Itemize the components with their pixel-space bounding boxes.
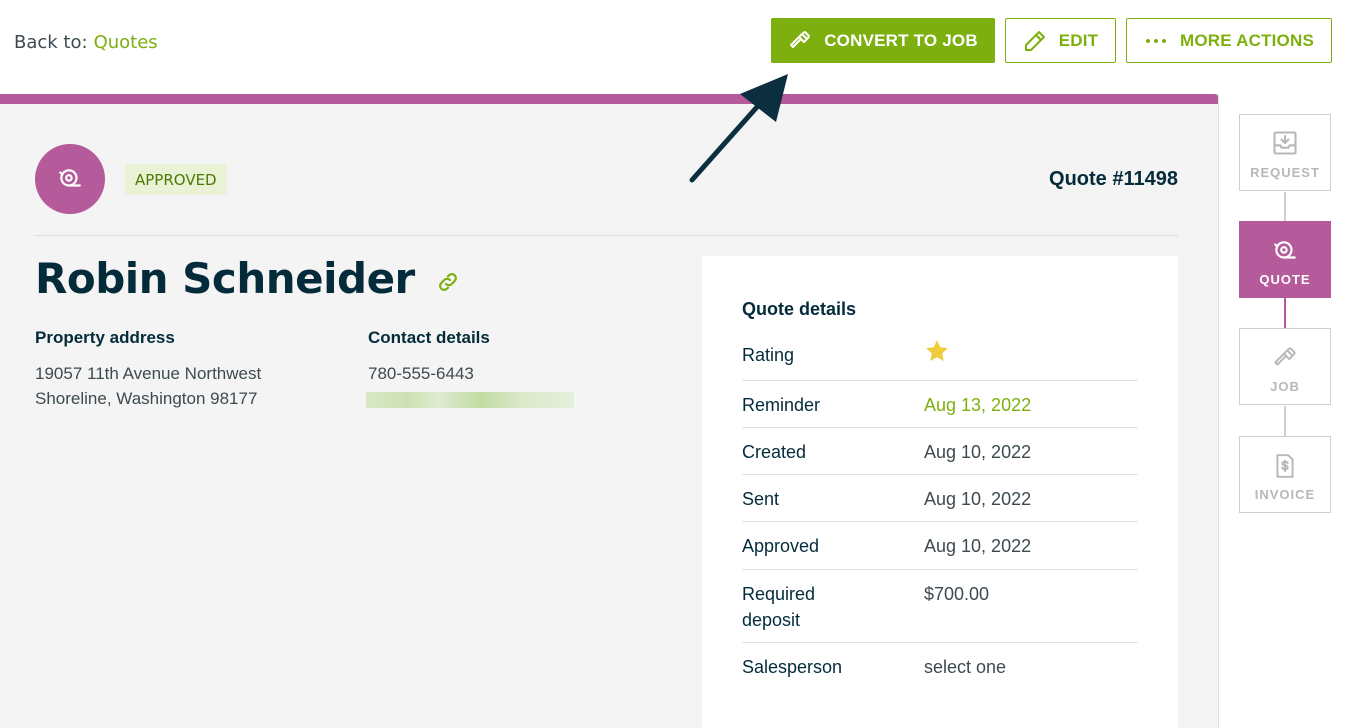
top-bar: Back to: Quotes CONVERT TO JOB EDIT MORE … (0, 0, 1347, 93)
contact-phone[interactable]: 780-555-6443 (368, 361, 474, 386)
back-prefix: Back to: (14, 32, 88, 53)
detail-label: Sent (742, 489, 780, 509)
link-icon[interactable] (436, 270, 460, 294)
workflow-label: INVOICE (1254, 487, 1316, 502)
property-address: 19057 11th Avenue Northwest Shoreline, W… (35, 361, 261, 411)
workflow-invoice[interactable]: INVOICE (1239, 436, 1331, 513)
convert-to-job-label: CONVERT TO JOB (824, 30, 978, 50)
detail-row-deposit: Required deposit $700.00 (742, 570, 1138, 643)
detail-label: Required deposit (742, 584, 816, 630)
contact-details-heading: Contact details (368, 328, 490, 347)
property-address-heading: Property address (35, 328, 175, 347)
more-actions-label: MORE ACTIONS (1180, 30, 1314, 50)
edit-button[interactable]: EDIT (1005, 18, 1116, 63)
detail-row-reminder: Reminder Aug 13, 2022 (742, 381, 1138, 428)
workflow-connector (1284, 192, 1286, 221)
edit-label: EDIT (1058, 30, 1099, 50)
detail-value: Aug 10, 2022 (924, 442, 1032, 462)
detail-label: Approved (742, 536, 820, 556)
invoice-dollar-icon (1276, 454, 1294, 478)
quote-details-panel: Quote details Rating Reminder Aug 13, 20… (702, 256, 1178, 728)
hammer-icon (1274, 347, 1296, 366)
address-line-1: 19057 11th Avenue Northwest (35, 364, 262, 383)
quote-avatar (35, 144, 105, 214)
detail-label: Salesperson (742, 657, 843, 677)
workflow-label: QUOTE (1259, 272, 1311, 287)
detail-row-rating: Rating (742, 334, 1138, 381)
inbox-icon (1273, 131, 1297, 155)
detail-row-approved: Approved Aug 10, 2022 (742, 522, 1138, 570)
salesperson-select[interactable]: select one (924, 654, 1006, 680)
status-badge: APPROVED (125, 164, 227, 195)
back-to-quotes-link[interactable]: Quotes (94, 32, 158, 53)
pencil-icon (1023, 29, 1047, 53)
annotation-arrow (689, 74, 788, 183)
detail-row-salesperson: Salesperson select one (742, 643, 1138, 691)
detail-row-created: Created Aug 10, 2022 (742, 428, 1138, 475)
redacted-email (366, 392, 574, 408)
sidebar-divider (1218, 94, 1219, 728)
tape-measure-icon (1274, 241, 1296, 259)
tape-measure-icon (59, 169, 81, 187)
star-icon[interactable] (924, 338, 950, 371)
workflow-connector (1284, 406, 1286, 436)
reminder-date-link[interactable]: Aug 13, 2022 (924, 392, 1031, 418)
quote-number: Quote #11498 (1049, 168, 1178, 190)
detail-label: Rating (742, 345, 795, 365)
detail-value: Aug 10, 2022 (924, 489, 1032, 509)
client-name: Robin Schneider (35, 254, 415, 303)
more-actions-button[interactable]: MORE ACTIONS (1126, 18, 1332, 63)
hammer-icon (788, 29, 812, 53)
detail-value: $700.00 (924, 584, 990, 604)
workflow-label: REQUEST (1250, 165, 1320, 180)
breadcrumb: Back to: Quotes (14, 32, 158, 53)
detail-label: Reminder (742, 395, 821, 415)
workflow-quote[interactable]: QUOTE (1239, 221, 1331, 298)
quote-details-title: Quote details (742, 299, 857, 319)
address-line-2: Shoreline, Washington 98177 (35, 389, 258, 408)
detail-value: Aug 10, 2022 (924, 536, 1032, 556)
workflow-job[interactable]: JOB (1239, 328, 1331, 405)
workflow-connector (1284, 298, 1286, 328)
workflow-label: JOB (1270, 379, 1300, 394)
detail-label: Created (742, 442, 807, 462)
convert-to-job-button[interactable]: CONVERT TO JOB (771, 18, 995, 63)
quote-accent-bar (0, 94, 1218, 104)
workflow-request[interactable]: REQUEST (1239, 114, 1331, 191)
divider (35, 235, 1178, 236)
quote-card: APPROVED Quote #11498 Robin Schneider Pr… (0, 94, 1218, 728)
more-dots-icon (1144, 29, 1168, 53)
detail-row-sent: Sent Aug 10, 2022 (742, 475, 1138, 522)
